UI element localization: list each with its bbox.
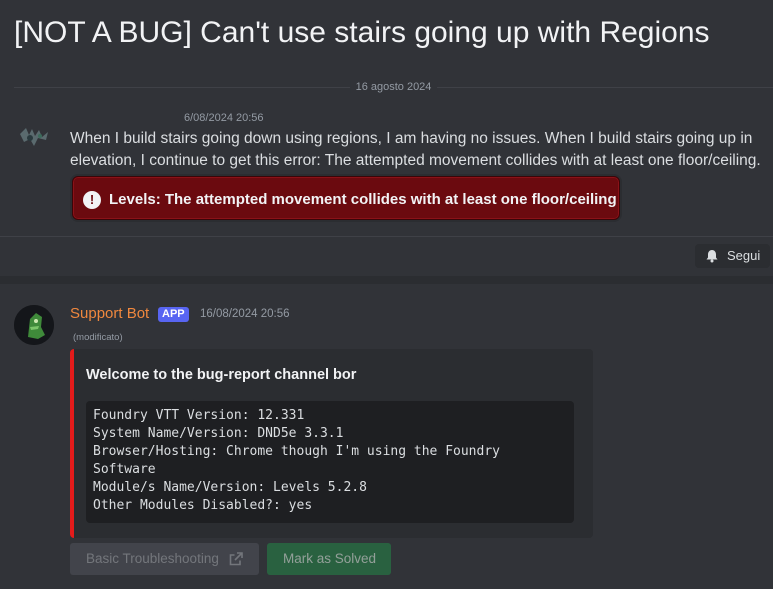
edited-label: (modificato) — [73, 332, 123, 343]
message-timestamp[interactable]: 6/08/2024 20:56 — [184, 112, 264, 124]
bot-author-name[interactable]: Support Bot — [70, 305, 149, 322]
error-text: Levels: The attempted movement collides … — [109, 191, 617, 208]
avatar[interactable] — [18, 126, 52, 148]
follow-button-label: Segui — [727, 248, 761, 263]
bell-icon — [706, 250, 718, 263]
embed: Welcome to the bug-report channel bor Fo… — [70, 349, 593, 538]
code-line: Software — [93, 462, 156, 477]
separator — [0, 236, 773, 237]
embed-title: Welcome to the bug-report channel bor — [86, 367, 357, 383]
thread-title: [NOT A BUG] Can't use stairs going up wi… — [14, 16, 710, 49]
code-line: Browser/Hosting: Chrome though I'm using… — [93, 444, 500, 459]
section-band — [0, 276, 773, 284]
message-body: When I build stairs going down using reg… — [70, 130, 761, 169]
exclamation-circle-icon: ! — [83, 191, 101, 209]
follow-button[interactable]: Segui — [695, 244, 770, 268]
date-divider: 16 agosto 2024 — [14, 81, 773, 93]
basic-troubleshooting-button[interactable]: Basic Troubleshooting — [70, 543, 259, 575]
message-bot: Support Bot APP 16/08/2024 20:56 (modifi… — [0, 284, 773, 589]
code-line: System Name/Version: DND5e 3.3.1 — [93, 426, 344, 441]
code-block: Foundry VTT Version: 12.331 System Name/… — [86, 401, 574, 523]
mark-as-solved-button[interactable]: Mark as Solved — [267, 543, 391, 575]
code-line: Other Modules Disabled?: yes — [93, 498, 313, 513]
error-notification: ! Levels: The attempted movement collide… — [72, 176, 620, 220]
basic-troubleshooting-label: Basic Troubleshooting — [86, 551, 219, 566]
code-line: Module/s Name/Version: Levels 5.2.8 — [93, 480, 367, 495]
app-badge: APP — [158, 307, 189, 322]
code-line: Foundry VTT Version: 12.331 — [93, 408, 305, 423]
bot-avatar[interactable] — [14, 305, 54, 345]
bot-timestamp[interactable]: 16/08/2024 20:56 — [200, 308, 290, 320]
external-link-icon — [229, 552, 243, 566]
date-divider-label: 16 agosto 2024 — [349, 81, 438, 93]
